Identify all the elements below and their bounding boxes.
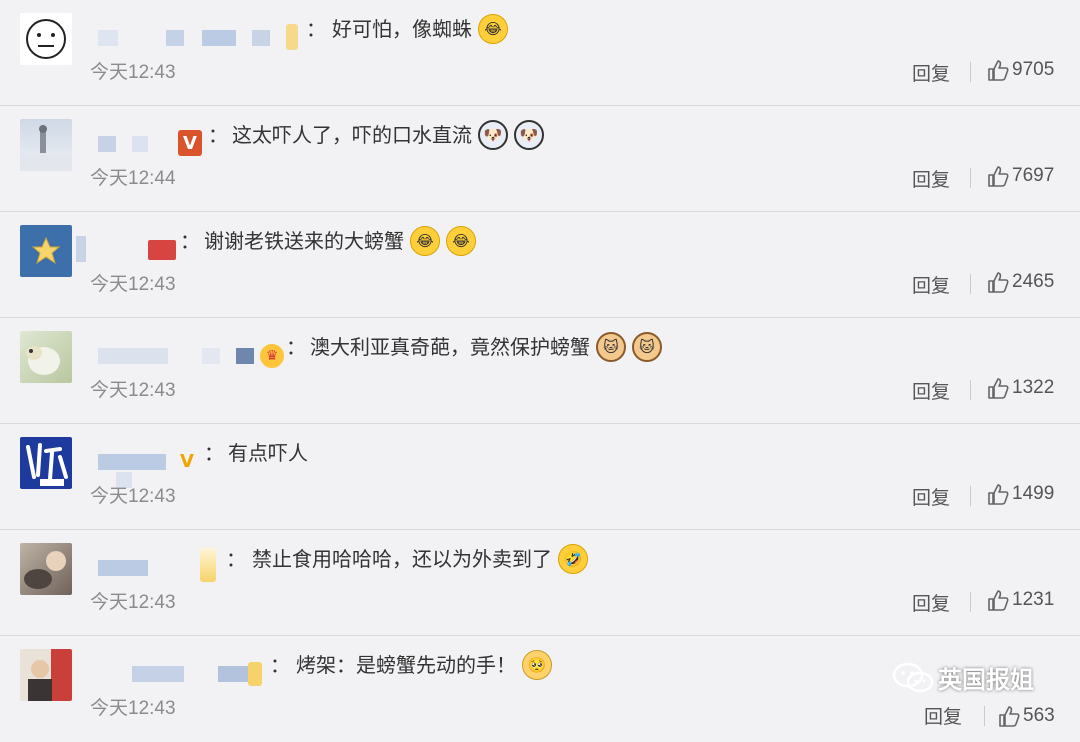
comment-time: 今天12:43 xyxy=(90,380,176,401)
wechat-icon xyxy=(892,662,934,692)
divider xyxy=(970,62,971,82)
thumb-up-icon xyxy=(988,272,1009,293)
comment-row: ： 谢谢老铁送来的大螃蟹 😂 😂 今天12:43 回复 2465 xyxy=(0,212,1080,318)
like-count: 7697 xyxy=(1012,165,1055,186)
thumb-up-icon xyxy=(988,378,1009,399)
comment-text: 有点吓人 xyxy=(228,441,308,465)
photo-avatar-icon xyxy=(24,551,66,589)
calligraphy-icon xyxy=(26,443,68,486)
portrait-avatar-icon xyxy=(28,660,52,701)
comment-sep: ： xyxy=(180,229,200,253)
comment-sep: ： xyxy=(270,653,290,677)
star-icon xyxy=(31,236,61,265)
like-button[interactable]: 563 xyxy=(998,704,1055,728)
like-button[interactable]: 9705 xyxy=(987,58,1054,82)
comment-row: ： 禁止食用哈哈哈，还以为外卖到了 🤣 今天12:43 回复 1231 xyxy=(0,530,1080,636)
like-count: 1499 xyxy=(1012,483,1055,504)
divider xyxy=(984,706,985,726)
watermark: 英国报姐 xyxy=(892,660,1034,695)
comment-text: 禁止食用哈哈哈，还以为外卖到了 xyxy=(252,547,552,571)
comment-text: 澳大利亚真奇葩，竟然保护螃蟹 xyxy=(310,335,590,359)
comment-row: V ： 这太吓人了，吓的口水直流 🐶 🐶 今天12:44 回复 7697 xyxy=(0,106,1080,212)
comment-row: ♛ ： 澳大利亚真奇葩，竟然保护螃蟹 🐱 🐱 今天12:43 回复 1322 xyxy=(0,318,1080,424)
avatar[interactable] xyxy=(20,13,72,65)
comment-time: 今天12:43 xyxy=(90,592,176,613)
comment-sep: ： xyxy=(204,441,224,465)
like-count: 9705 xyxy=(1012,59,1055,80)
comment-list: ： 好可怕，像蜘蛛 😂 今天12:43 回复 9705 V ： 这太吓人了，吓的… xyxy=(0,0,1080,742)
comment-text-wrap: ： 谢谢老铁送来的大螃蟹 😂 😂 xyxy=(180,226,476,256)
comment-row: V ： 有点吓人 今天12:43 回复 1499 xyxy=(0,424,1080,530)
comment-sep: ： xyxy=(306,17,326,41)
comment-time: 今天12:43 xyxy=(90,486,176,507)
like-button[interactable]: 1322 xyxy=(987,376,1054,400)
avatar[interactable] xyxy=(20,437,72,489)
comment-text-wrap: ： 澳大利亚真奇葩，竟然保护螃蟹 🐱 🐱 xyxy=(286,332,662,362)
parrot-icon xyxy=(26,346,60,375)
comment-text-wrap: ： 有点吓人 xyxy=(204,438,308,468)
thumb-up-icon xyxy=(988,60,1009,81)
drool-dog-emoji: 🐶 xyxy=(514,120,544,150)
comment-time: 今天12:43 xyxy=(90,698,176,719)
avatar[interactable] xyxy=(20,331,72,383)
comment-time: 今天12:43 xyxy=(90,274,176,295)
like-count: 1231 xyxy=(1012,589,1055,610)
comment-text: 这太吓人了，吓的口水直流 xyxy=(232,123,472,147)
thumb-up-icon xyxy=(999,706,1020,727)
like-button[interactable]: 1499 xyxy=(987,482,1054,506)
pleading-emoji: 🥺 xyxy=(522,650,552,680)
divider xyxy=(970,380,971,400)
reply-button[interactable]: 回复 xyxy=(912,271,950,298)
laugh-roll-emoji: 🤣 xyxy=(558,544,588,574)
reply-button[interactable]: 回复 xyxy=(912,59,950,86)
like-button[interactable]: 1231 xyxy=(987,588,1054,612)
like-count: 2465 xyxy=(1012,271,1055,292)
reply-button[interactable]: 回复 xyxy=(912,165,950,192)
cat-emoji: 🐱 xyxy=(632,332,662,362)
divider xyxy=(970,592,971,612)
like-button[interactable]: 2465 xyxy=(987,270,1054,294)
divider xyxy=(970,168,971,188)
avatar[interactable] xyxy=(20,649,72,701)
reply-button[interactable]: 回复 xyxy=(912,377,950,404)
thumb-up-icon xyxy=(988,166,1009,187)
avatar[interactable] xyxy=(20,543,72,595)
comment-text: 好可怕，像蜘蛛 xyxy=(332,17,472,41)
neutral-face-icon xyxy=(26,19,66,59)
comment-text-wrap: ： 烤架：是螃蟹先动的手！ 🥺 xyxy=(270,650,552,680)
watermark-text: 英国报姐 xyxy=(938,666,1034,694)
comment-sep: ： xyxy=(286,335,306,359)
reply-button[interactable]: 回复 xyxy=(924,702,962,729)
thumb-up-icon xyxy=(988,590,1009,611)
like-button[interactable]: 7697 xyxy=(987,164,1054,188)
reply-button[interactable]: 回复 xyxy=(912,483,950,510)
divider xyxy=(970,274,971,294)
comment-text: 烤架：是螃蟹先动的手！ xyxy=(296,653,516,677)
comment-text-wrap: ： 禁止食用哈哈哈，还以为外卖到了 🤣 xyxy=(226,544,588,574)
comment-text: 谢谢老铁送来的大螃蟹 xyxy=(204,229,404,253)
comment-sep: ： xyxy=(226,547,246,571)
comment-time: 今天12:43 xyxy=(90,62,176,83)
laugh-cry-emoji: 😂 xyxy=(446,226,476,256)
snow-figure-icon xyxy=(20,125,72,171)
reply-button[interactable]: 回复 xyxy=(912,589,950,616)
comment-row: ： 好可怕，像蜘蛛 😂 今天12:43 回复 9705 xyxy=(0,0,1080,106)
divider xyxy=(970,486,971,506)
thumb-up-icon xyxy=(988,484,1009,505)
like-count: 1322 xyxy=(1012,377,1055,398)
drool-dog-emoji: 🐶 xyxy=(478,120,508,150)
comment-text-wrap: ： 好可怕，像蜘蛛 😂 xyxy=(306,14,508,44)
laugh-cry-emoji: 😂 xyxy=(478,14,508,44)
comment-sep: ： xyxy=(208,123,228,147)
laugh-cry-emoji: 😂 xyxy=(410,226,440,256)
comment-text-wrap: ： 这太吓人了，吓的口水直流 🐶 🐶 xyxy=(208,120,544,150)
avatar[interactable] xyxy=(20,119,72,171)
avatar[interactable] xyxy=(20,225,72,277)
cat-emoji: 🐱 xyxy=(596,332,626,362)
like-count: 563 xyxy=(1023,705,1055,726)
comment-time: 今天12:44 xyxy=(90,168,176,189)
